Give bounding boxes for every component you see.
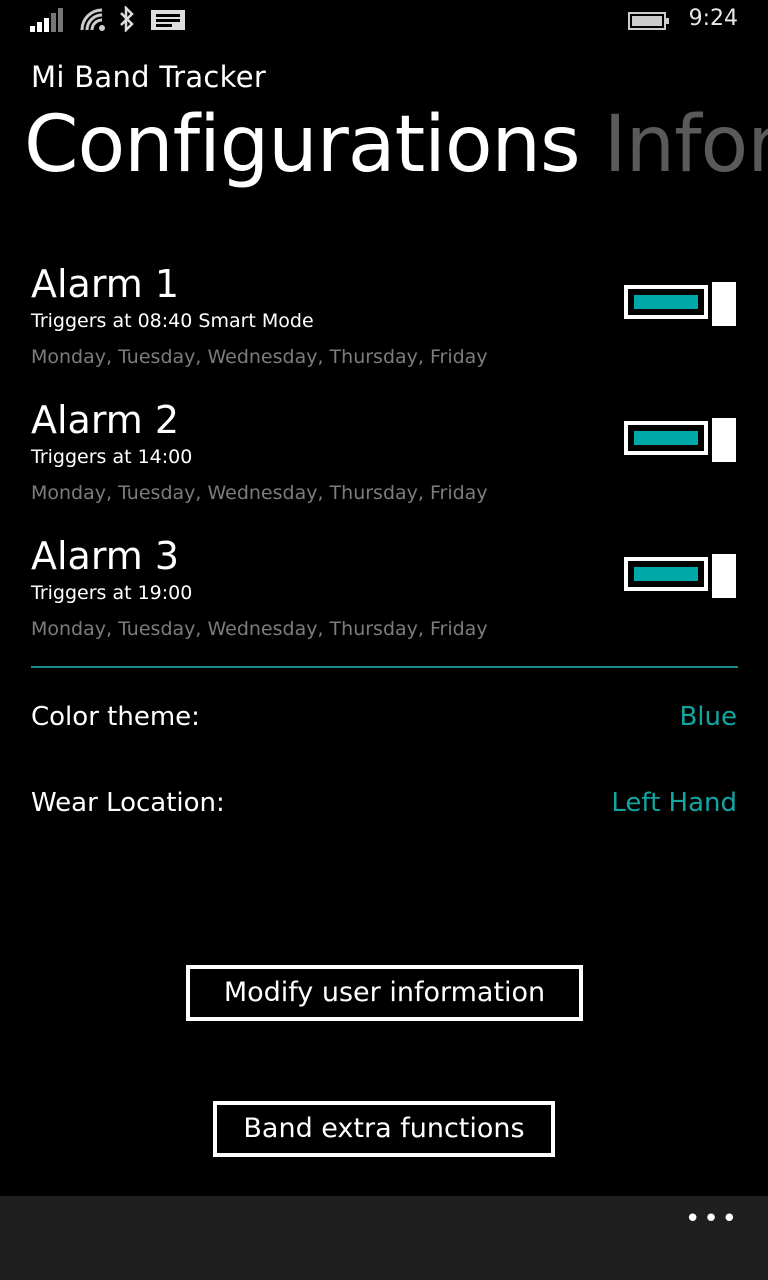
toggle-track — [624, 285, 708, 319]
toggle-track — [624, 421, 708, 455]
alarm-toggle[interactable] — [624, 554, 736, 600]
color-theme-label: Color theme: — [31, 702, 200, 732]
modify-user-button[interactable]: Modify user information — [186, 965, 583, 1021]
alarm-name: Alarm 3 — [31, 534, 180, 578]
toggle-fill — [634, 431, 698, 445]
color-theme-setting[interactable]: Color theme: Blue — [31, 702, 737, 742]
pivot-tab-configurations[interactable]: Configurations — [24, 100, 581, 190]
alarm-item[interactable]: Alarm 1 Triggers at 08:40 Smart Mode Mon… — [31, 262, 737, 392]
more-icon[interactable]: ••• — [685, 1204, 740, 1234]
toggle-thumb — [712, 418, 736, 462]
wear-location-label: Wear Location: — [31, 788, 225, 818]
band-extra-functions-button[interactable]: Band extra functions — [213, 1101, 555, 1157]
status-time: 9:24 — [688, 6, 738, 31]
pivot-header: Configurations Infor — [24, 100, 768, 210]
alarm-name: Alarm 2 — [31, 398, 180, 442]
alarm-days: Monday, Tuesday, Wednesday, Thursday, Fr… — [31, 346, 488, 368]
alarm-item[interactable]: Alarm 2 Triggers at 14:00 Monday, Tuesda… — [31, 398, 737, 528]
alarm-days: Monday, Tuesday, Wednesday, Thursday, Fr… — [31, 618, 488, 640]
app-title: Mi Band Tracker — [31, 60, 267, 94]
app-bar: ••• — [0, 1196, 768, 1280]
alarm-item[interactable]: Alarm 3 Triggers at 19:00 Monday, Tuesda… — [31, 534, 737, 664]
message-icon — [150, 9, 186, 35]
alarm-toggle[interactable] — [624, 418, 736, 464]
bluetooth-icon — [118, 4, 136, 36]
toggle-thumb — [712, 282, 736, 326]
alarm-trigger: Triggers at 14:00 — [31, 446, 193, 468]
alarm-toggle[interactable] — [624, 282, 736, 328]
alarm-trigger: Triggers at 08:40 Smart Mode — [31, 310, 314, 332]
toggle-fill — [634, 567, 698, 581]
divider — [31, 666, 738, 668]
toggle-track — [624, 557, 708, 591]
toggle-fill — [634, 295, 698, 309]
color-theme-value[interactable]: Blue — [679, 702, 737, 732]
toggle-thumb — [712, 554, 736, 598]
alarm-trigger: Triggers at 19:00 — [31, 582, 193, 604]
battery-icon — [628, 12, 670, 34]
status-bar: 9:24 — [0, 0, 768, 40]
pivot-tab-information[interactable]: Infor — [604, 100, 768, 190]
wifi-icon — [80, 8, 108, 36]
wear-location-value[interactable]: Left Hand — [611, 788, 737, 818]
signal-icon — [30, 8, 68, 36]
wear-location-setting[interactable]: Wear Location: Left Hand — [31, 788, 737, 828]
alarm-name: Alarm 1 — [31, 262, 180, 306]
alarm-days: Monday, Tuesday, Wednesday, Thursday, Fr… — [31, 482, 488, 504]
